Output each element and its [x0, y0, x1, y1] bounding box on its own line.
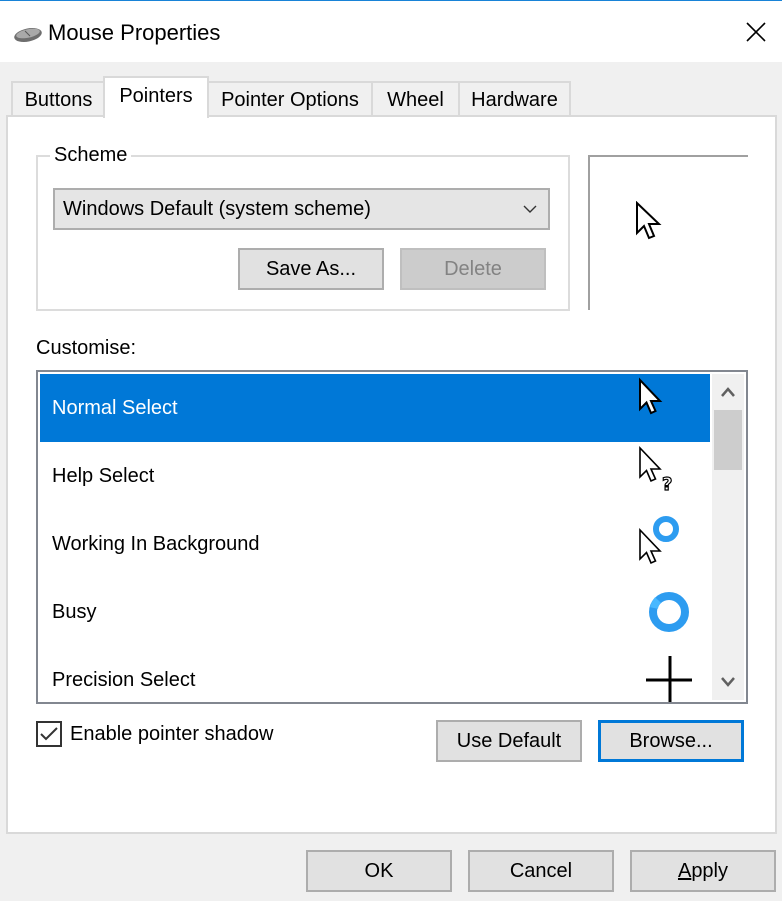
tab-hardware[interactable]: Hardware [458, 81, 571, 117]
list-item-help-select[interactable]: Help Select ? [40, 442, 710, 510]
ok-label: OK [364, 859, 394, 882]
list-item-label: Precision Select [52, 668, 196, 691]
scroll-up-button[interactable] [712, 374, 744, 410]
list-scrollbar[interactable] [712, 374, 744, 700]
help-cursor-icon: ? [639, 446, 673, 496]
chevron-down-icon [523, 205, 537, 213]
title-bar: Mouse Properties [0, 1, 782, 62]
scroll-down-button[interactable] [712, 664, 744, 700]
use-default-button[interactable]: Use Default [436, 720, 582, 762]
pointer-shadow-row[interactable]: Enable pointer shadow [36, 721, 273, 747]
arrow-cursor-icon [639, 377, 663, 415]
pointer-shadow-label: Enable pointer shadow [70, 722, 274, 745]
apply-label: Apply [678, 860, 728, 883]
tab-pointer-options[interactable]: Pointer Options [207, 81, 373, 117]
scheme-dropdown[interactable]: Windows Default (system scheme) [53, 188, 550, 230]
list-item-label: Help Select [52, 464, 155, 487]
save-as-button[interactable]: Save As... [238, 248, 384, 290]
apply-label-rest: pply [691, 859, 729, 882]
working-cursor-icon [639, 516, 679, 565]
tab-pointers[interactable]: Pointers [103, 76, 209, 118]
list-item-working-in-background[interactable]: Working In Background [40, 510, 710, 578]
chevron-down-icon [721, 677, 735, 687]
delete-button[interactable]: Delete [400, 248, 546, 290]
chevron-up-icon [721, 387, 735, 397]
use-default-label: Use Default [456, 729, 562, 752]
window-title: Mouse Properties [48, 20, 221, 45]
delete-label: Delete [444, 257, 502, 280]
apply-mnemonic: A [677, 859, 692, 882]
cancel-button[interactable]: Cancel [468, 850, 614, 892]
list-item-label: Normal Select [52, 396, 178, 419]
mouse-icon [14, 28, 42, 42]
browse-label: Browse... [629, 729, 713, 752]
scroll-thumb[interactable] [714, 410, 742, 470]
mouse-properties-window: Mouse Properties Buttons Pointers Pointe… [0, 0, 782, 901]
arrow-cursor-icon [636, 201, 662, 240]
pointer-shadow-checkbox[interactable] [36, 721, 62, 747]
svg-text:?: ? [662, 474, 672, 495]
save-as-label: Save As... [265, 257, 357, 280]
apply-button[interactable]: Apply [630, 850, 776, 892]
cursor-preview [588, 155, 748, 310]
list-item-normal-select[interactable]: Normal Select [40, 374, 710, 442]
list-item-label: Busy [52, 600, 97, 623]
tab-label: Pointer Options [221, 88, 359, 111]
tab-label: Pointers [119, 85, 193, 107]
close-icon [746, 22, 766, 42]
list-item-busy[interactable]: Busy [40, 578, 710, 646]
crosshair-cursor-icon [646, 656, 692, 702]
tab-wheel[interactable]: Wheel [371, 81, 460, 117]
tab-label: Buttons [24, 88, 93, 111]
checkmark-icon [40, 727, 58, 741]
list-item-precision-select[interactable]: Precision Select [40, 646, 710, 702]
ok-button[interactable]: OK [306, 850, 452, 892]
busy-cursor-icon [649, 592, 689, 632]
list-item-label: Working In Background [52, 532, 260, 555]
cursor-list[interactable]: Normal Select Help Select ? Working In B… [36, 370, 748, 704]
cancel-label: Cancel [509, 859, 573, 882]
scheme-selected-value: Windows Default (system scheme) [63, 197, 371, 220]
browse-button[interactable]: Browse... [598, 720, 744, 762]
close-button[interactable] [730, 2, 782, 62]
tab-label: Wheel [387, 88, 444, 111]
customise-label: Customise: [36, 337, 137, 359]
tab-buttons[interactable]: Buttons [11, 81, 106, 117]
scheme-group-label: Scheme [50, 144, 132, 167]
tab-label: Hardware [471, 88, 558, 111]
